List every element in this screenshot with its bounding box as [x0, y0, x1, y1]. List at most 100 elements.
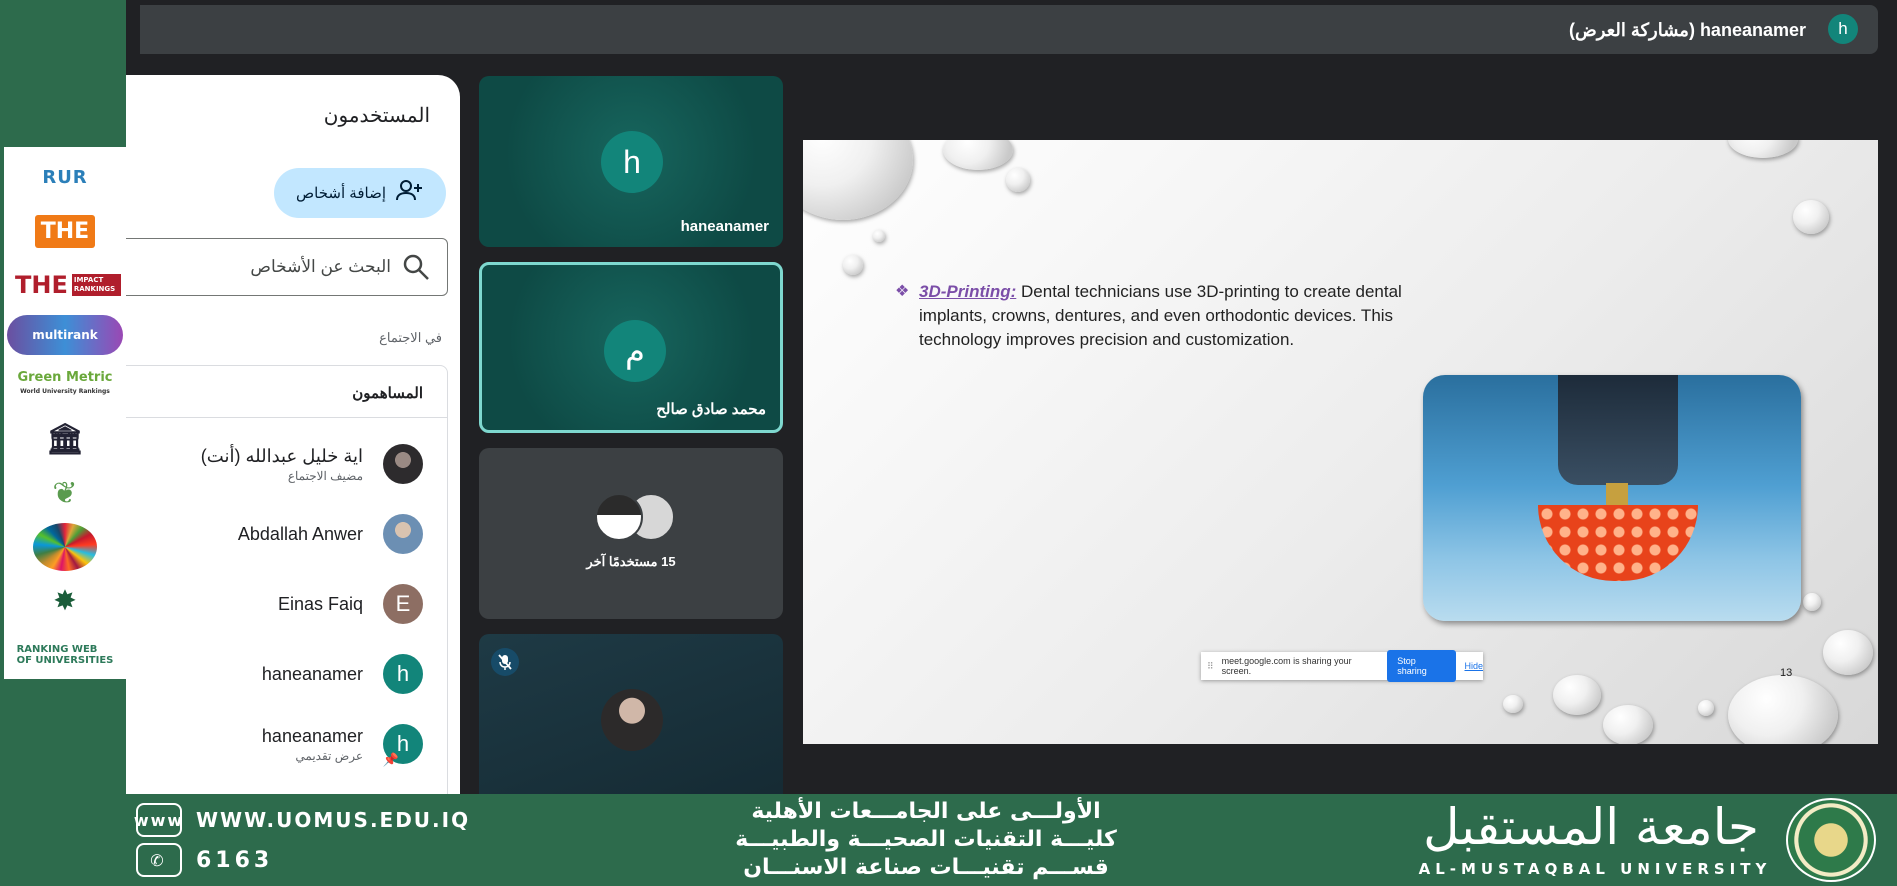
participant-role: مضيف الاجتماع: [287, 468, 363, 483]
the-impact-logo-text: THE: [15, 271, 68, 299]
arab-engineers-logo: ✸: [53, 584, 77, 617]
wreath-logo: ❦: [52, 475, 78, 511]
university-name-english: AL-MUSTAQBAL UNIVERSITY: [1418, 860, 1772, 878]
printer-head: [1558, 375, 1678, 485]
people-panel-title: المستخدمون: [323, 105, 430, 127]
greenmetric-logo-caption: World University Rankings: [20, 388, 110, 395]
contributors-divider: [126, 417, 447, 418]
people-panel: المستخدمون إضافة أشخاص البحث عن الأشخاص …: [126, 75, 460, 794]
water-drop-decoration: [1823, 630, 1873, 675]
participant-row[interactable]: اية خليل عبدالله (أنت) مضيف الاجتماع: [126, 436, 423, 492]
drag-handle-icon[interactable]: ⠿: [1207, 661, 1214, 672]
the-logo: THE: [9, 207, 121, 255]
banner-line-1: الأولـــى على الجامـــعات الأهلية: [751, 799, 1101, 824]
participant-avatar: [383, 514, 423, 554]
water-drop-decoration: [803, 140, 913, 220]
rur-logo: RUR: [42, 166, 88, 188]
tile-name: محمد صادق صالح: [656, 401, 766, 418]
mic-off-icon: [491, 648, 519, 676]
water-drop-decoration: [1553, 675, 1601, 715]
participant-name: اية خليل عبدالله (أنت): [200, 445, 363, 466]
tile-avatar: [601, 689, 663, 751]
participant-name: haneanamer: [261, 725, 363, 746]
contributors-title: المساهمون: [352, 385, 423, 402]
participant-row[interactable]: E Einas Faiq: [126, 576, 423, 632]
rankings-strip: RUR THE THE IMPACT RANKINGS multirank Gre…: [4, 147, 126, 679]
participant-row[interactable]: h haneanamer: [126, 646, 423, 702]
website-row: www WWW.UOMUS.EDU.IQ: [134, 803, 471, 837]
participant-avatar: E: [383, 584, 423, 624]
presenter-bar: haneanamer (مشاركة العرض) h: [140, 5, 1878, 54]
university-banner: www WWW.UOMUS.EDU.IQ ✆ 6163 الأولـــى عل…: [126, 794, 1897, 886]
water-drop-decoration: [943, 140, 1013, 170]
others-count-label: 15 مستخدمًا آخر: [586, 554, 676, 569]
participant-avatar: h 📌: [383, 724, 423, 767]
share-message: meet.google.com is sharing your screen.: [1221, 656, 1352, 676]
globe-icon: www: [134, 803, 182, 837]
presenter-title: haneanamer (مشاركة العرض): [1568, 20, 1806, 40]
multirank-logo: multirank: [7, 315, 123, 355]
add-people-button[interactable]: إضافة أشخاص: [274, 168, 446, 218]
phone-number: 6163: [196, 847, 274, 873]
printed-object: [1538, 505, 1698, 581]
greenmetric-logo: Green Metric World University Rankings: [9, 361, 121, 409]
slide-bullet: ❖ 3D-Printing: Dental technicians use 3D…: [895, 280, 1415, 352]
phone-icon: ✆: [136, 843, 182, 877]
water-drop-decoration: [873, 230, 885, 242]
hide-link[interactable]: Hide: [1464, 661, 1483, 671]
water-drop-decoration: [1603, 705, 1653, 744]
college-text: الأولـــى على الجامـــعات الأهلية كليـــ…: [646, 798, 1206, 882]
screen-share-notification: ⠿ meet.google.com is sharing your screen…: [1201, 650, 1483, 682]
water-drop-decoration: [1698, 700, 1714, 716]
3d-printer-photo: [1423, 375, 1801, 621]
people-search-input[interactable]: البحث عن الأشخاص: [126, 238, 448, 296]
tile-avatar: h: [601, 131, 663, 193]
in-meeting-label: في الاجتماع: [379, 330, 442, 345]
other-participant-avatar: [595, 493, 643, 541]
add-person-icon: [396, 179, 424, 207]
tile-name: haneanamer: [680, 218, 769, 235]
participant-name: Einas Faiq: [277, 593, 363, 614]
banner-line-3: قســـم تقنيـــات صناعة الاسنـــان: [743, 855, 1109, 880]
water-drop-decoration: [1503, 695, 1523, 713]
participant-name: haneanamer: [261, 663, 363, 684]
pin-icon: 📌: [382, 752, 399, 767]
tile-avatar: م: [604, 320, 666, 382]
others-tile[interactable]: 15 مستخدمًا آخر: [479, 448, 783, 619]
the-impact-logo: THE IMPACT RANKINGS: [9, 261, 121, 309]
search-icon: [403, 254, 429, 280]
webometrics-logo: RANKING WEB OF UNIVERSITIES: [16, 644, 114, 666]
banner-line-2: كليـــة التقنيات الصحيـــة والطبيـــة: [735, 827, 1117, 852]
presenter-avatar: h: [1828, 14, 1858, 44]
participant-avatar: [383, 444, 423, 484]
the-impact-logo-caption: IMPACT RANKINGS: [71, 274, 121, 296]
sdg-logo: [33, 523, 97, 571]
website-url: WWW.UOMUS.EDU.IQ: [196, 808, 471, 832]
video-tile[interactable]: h haneanamer: [479, 76, 783, 247]
video-tile-active-speaker[interactable]: م محمد صادق صالح: [479, 262, 783, 433]
phone-row: ✆ 6163: [136, 843, 273, 877]
university-name-arabic: جامعة المستقبل: [1423, 798, 1759, 856]
participant-row[interactable]: h 📌 haneanamer عرض تقديمي: [126, 716, 423, 772]
add-people-label: إضافة أشخاص: [296, 185, 386, 202]
water-drop-decoration: [843, 255, 863, 275]
water-drop-decoration: [1728, 140, 1798, 158]
participant-name: Abdallah Anwer: [237, 523, 363, 544]
water-drop-decoration: [1006, 168, 1030, 192]
people-search-placeholder: البحث عن الأشخاص: [250, 257, 391, 276]
diamond-bullet-icon: ❖: [895, 283, 910, 300]
stop-sharing-button[interactable]: Stop sharing: [1387, 650, 1457, 682]
video-tile[interactable]: [479, 634, 783, 794]
columns-logo: 🏛: [45, 421, 85, 457]
slide-page-number: 13: [1780, 667, 1793, 679]
contributors-section: المساهمون اية خليل عبدالله (أنت) مضيف ال…: [126, 365, 448, 794]
slide-keyword: 3D-Printing:: [919, 282, 1017, 301]
participant-role: عرض تقديمي: [295, 748, 363, 763]
water-drop-decoration: [1803, 593, 1821, 611]
greenmetric-logo-text: Green Metric: [17, 370, 113, 385]
university-seal-logo: [1786, 798, 1876, 882]
participant-row[interactable]: Abdallah Anwer: [126, 506, 423, 562]
meet-window: haneanamer (مشاركة العرض) h المستخدمون إ…: [126, 0, 1897, 794]
the-logo-text: THE: [34, 214, 96, 248]
water-drop-decoration: [1793, 200, 1829, 234]
